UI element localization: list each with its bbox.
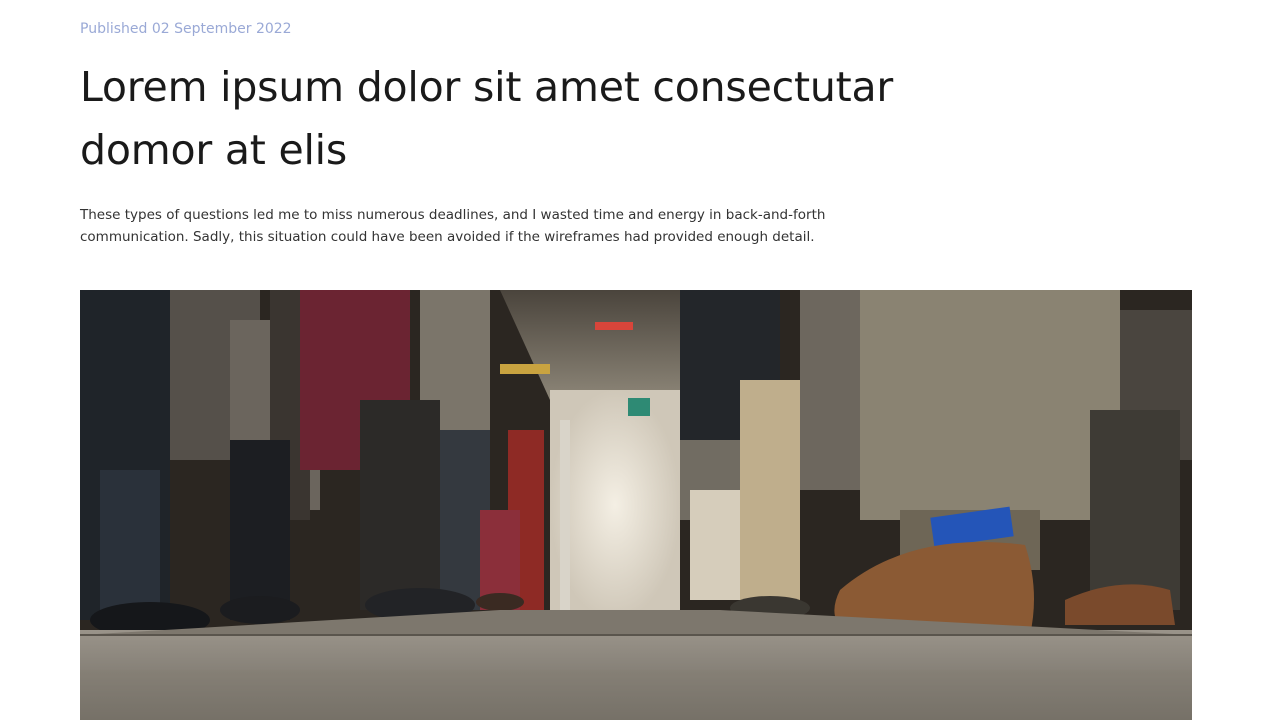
article: Published 02 September 2022 Lorem ipsum … xyxy=(0,0,1280,720)
hero-image xyxy=(80,290,1192,720)
published-date: Published 02 September 2022 xyxy=(80,21,292,37)
article-title: Lorem ipsum dolor sit amet consectutar d… xyxy=(80,63,894,174)
article-lead: These types of questions led me to miss … xyxy=(80,207,826,245)
